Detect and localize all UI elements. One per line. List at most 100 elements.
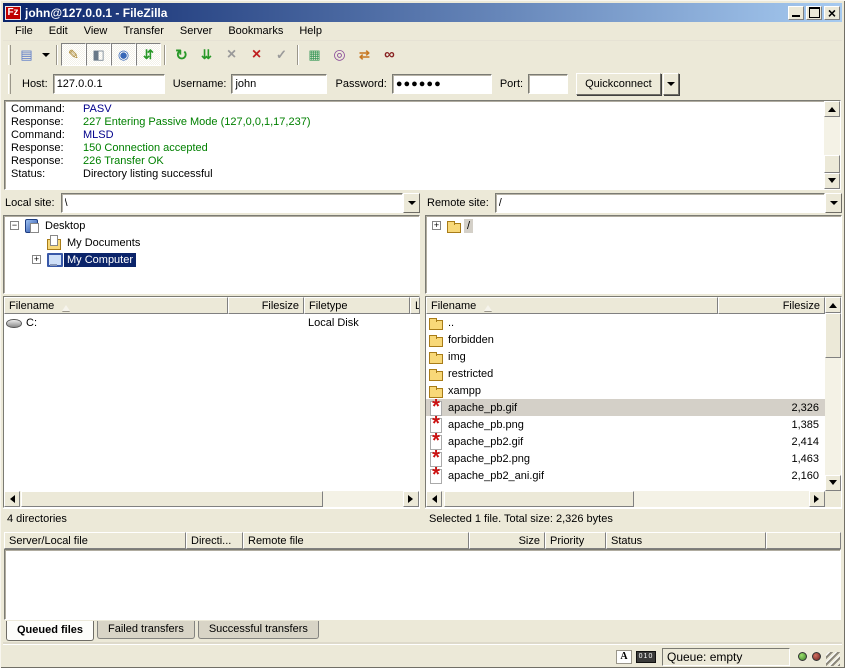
local-site-input[interactable] bbox=[61, 193, 403, 213]
queue-column-header[interactable]: Status bbox=[606, 532, 766, 549]
quickconnect-grip bbox=[8, 74, 11, 94]
port-input[interactable] bbox=[528, 74, 568, 94]
remote-horizontal-scrollbar[interactable] bbox=[426, 491, 841, 507]
log-line-type: Command: bbox=[11, 129, 83, 142]
speed-limit-indicator-icon[interactable] bbox=[636, 651, 656, 663]
local-tree-item[interactable]: Desktop bbox=[4, 217, 419, 234]
remote-file-row[interactable]: apache_pb2.gif 2,414 bbox=[426, 433, 825, 450]
queue-column-header[interactable]: Remote file bbox=[243, 532, 469, 549]
local-tree-item[interactable]: My Documents bbox=[4, 234, 419, 251]
remote-site-combobox[interactable] bbox=[495, 193, 842, 213]
scroll-left-button[interactable] bbox=[426, 491, 442, 507]
refresh-button[interactable] bbox=[169, 43, 194, 66]
process-queue-button[interactable] bbox=[194, 43, 219, 66]
local-horizontal-scrollbar[interactable] bbox=[4, 491, 419, 507]
password-input[interactable] bbox=[392, 74, 492, 94]
site-manager-dropdown-button[interactable] bbox=[39, 43, 53, 66]
remote-file-row[interactable]: forbidden bbox=[426, 331, 825, 348]
scroll-left-button[interactable] bbox=[4, 491, 20, 507]
queue-column-header[interactable]: Server/Local file bbox=[4, 532, 186, 549]
remote-file-row[interactable]: apache_pb2.png 1,463 bbox=[426, 450, 825, 467]
site-manager-button[interactable] bbox=[14, 43, 39, 66]
scroll-right-button[interactable] bbox=[809, 491, 825, 507]
combo-dropdown-icon[interactable] bbox=[403, 193, 420, 213]
username-input[interactable] bbox=[231, 74, 327, 94]
ascii-data-type-indicator-icon[interactable] bbox=[616, 650, 632, 664]
remote-file-row[interactable]: apache_pb2_ani.gif 2,160 bbox=[426, 467, 825, 484]
column-header[interactable]: Filesize bbox=[718, 297, 825, 314]
help-menu[interactable]: Help bbox=[291, 23, 330, 39]
column-header[interactable]: Filesize bbox=[228, 297, 304, 314]
scroll-up-button[interactable] bbox=[825, 297, 841, 313]
log-line: Response: 227 Entering Passive Mode (127… bbox=[11, 116, 822, 129]
column-header[interactable]: Filename bbox=[426, 297, 718, 314]
combo-dropdown-icon[interactable] bbox=[825, 193, 842, 213]
find-files-button[interactable] bbox=[377, 43, 402, 66]
remote-tree-item[interactable]: / bbox=[426, 217, 841, 234]
toggle-local-tree-button[interactable] bbox=[86, 43, 111, 66]
remote-file-row[interactable]: apache_pb.png 1,385 bbox=[426, 416, 825, 433]
queue-tab-bar: Queued files Failed transfers Successful… bbox=[3, 620, 842, 644]
local-file-row[interactable]: C: Local Disk bbox=[4, 314, 419, 331]
remote-file-row[interactable]: img bbox=[426, 348, 825, 365]
scroll-right-button[interactable] bbox=[403, 491, 419, 507]
queue-status: Queue: empty bbox=[662, 648, 790, 666]
log-scrollbar[interactable] bbox=[824, 101, 840, 189]
tree-expander-icon[interactable] bbox=[432, 221, 441, 230]
queued-files-tab[interactable]: Queued files bbox=[6, 621, 94, 641]
server-menu[interactable]: Server bbox=[172, 23, 220, 39]
column-header[interactable]: Filetype bbox=[304, 297, 410, 314]
scroll-down-button[interactable] bbox=[825, 475, 841, 491]
queue-column-header[interactable]: Directi... bbox=[186, 532, 243, 549]
filter-button[interactable] bbox=[302, 43, 327, 66]
maximize-button[interactable] bbox=[806, 6, 822, 20]
view-menu[interactable]: View bbox=[76, 23, 116, 39]
resize-grip-icon[interactable] bbox=[826, 652, 840, 666]
local-list-body: C: Local Disk bbox=[4, 314, 419, 491]
host-input[interactable] bbox=[53, 74, 165, 94]
scroll-down-button[interactable] bbox=[824, 173, 840, 189]
local-site-bar: Local site: bbox=[3, 192, 420, 214]
queue-column-header[interactable]: Priority bbox=[545, 532, 606, 549]
scroll-thumb[interactable] bbox=[444, 491, 634, 507]
toggle-queue-button[interactable] bbox=[136, 43, 161, 66]
queue-column-header[interactable]: Size bbox=[469, 532, 545, 549]
transfer-menu[interactable]: Transfer bbox=[115, 23, 172, 39]
log-line: Response: 150 Connection accepted bbox=[11, 142, 822, 155]
tree-item-label: Desktop bbox=[42, 219, 88, 233]
local-tree-item[interactable]: My Computer bbox=[4, 251, 419, 268]
titlebar[interactable]: Fz john@127.0.0.1 - FileZilla bbox=[3, 3, 842, 22]
edit-menu[interactable]: Edit bbox=[41, 23, 76, 39]
folder-icon bbox=[428, 366, 444, 381]
remote-file-row[interactable]: apache_pb.gif 2,326 bbox=[426, 399, 825, 416]
scroll-thumb[interactable] bbox=[21, 491, 323, 507]
separator-button bbox=[56, 45, 58, 65]
remote-file-row[interactable]: .. bbox=[426, 314, 825, 331]
remote-vertical-scrollbar[interactable] bbox=[825, 297, 841, 491]
toggle-message-log-button[interactable] bbox=[61, 43, 86, 66]
file-menu[interactable]: File bbox=[7, 23, 41, 39]
tree-expander-icon[interactable] bbox=[32, 255, 41, 264]
column-header[interactable]: Filename bbox=[4, 297, 228, 314]
local-site-combobox[interactable] bbox=[61, 193, 420, 213]
scroll-thumb[interactable] bbox=[824, 155, 840, 173]
minimize-button[interactable] bbox=[788, 6, 804, 20]
scroll-up-button[interactable] bbox=[824, 101, 840, 117]
quickconnect-button[interactable]: Quickconnect bbox=[576, 73, 661, 95]
remote-site-input[interactable] bbox=[495, 193, 825, 213]
remote-status-text: Selected 1 file. Total size: 2,326 bytes bbox=[429, 513, 613, 525]
tree-expander-icon[interactable] bbox=[10, 221, 19, 230]
failed-transfers-tab[interactable]: Failed transfers bbox=[97, 621, 195, 639]
toggle-remote-tree-button[interactable] bbox=[111, 43, 136, 66]
synchronized-browsing-button[interactable] bbox=[352, 43, 377, 66]
quickconnect-dropdown-button[interactable] bbox=[663, 73, 679, 95]
remote-file-row[interactable]: xampp bbox=[426, 382, 825, 399]
column-header[interactable]: L bbox=[410, 297, 420, 314]
successful-transfers-tab[interactable]: Successful transfers bbox=[198, 621, 319, 639]
compare-directories-button[interactable] bbox=[327, 43, 352, 66]
scroll-thumb[interactable] bbox=[825, 313, 841, 358]
bookmarks-menu[interactable]: Bookmarks bbox=[220, 23, 291, 39]
remote-file-row[interactable]: restricted bbox=[426, 365, 825, 382]
disconnect-button[interactable] bbox=[244, 43, 269, 66]
close-button[interactable] bbox=[824, 6, 840, 20]
